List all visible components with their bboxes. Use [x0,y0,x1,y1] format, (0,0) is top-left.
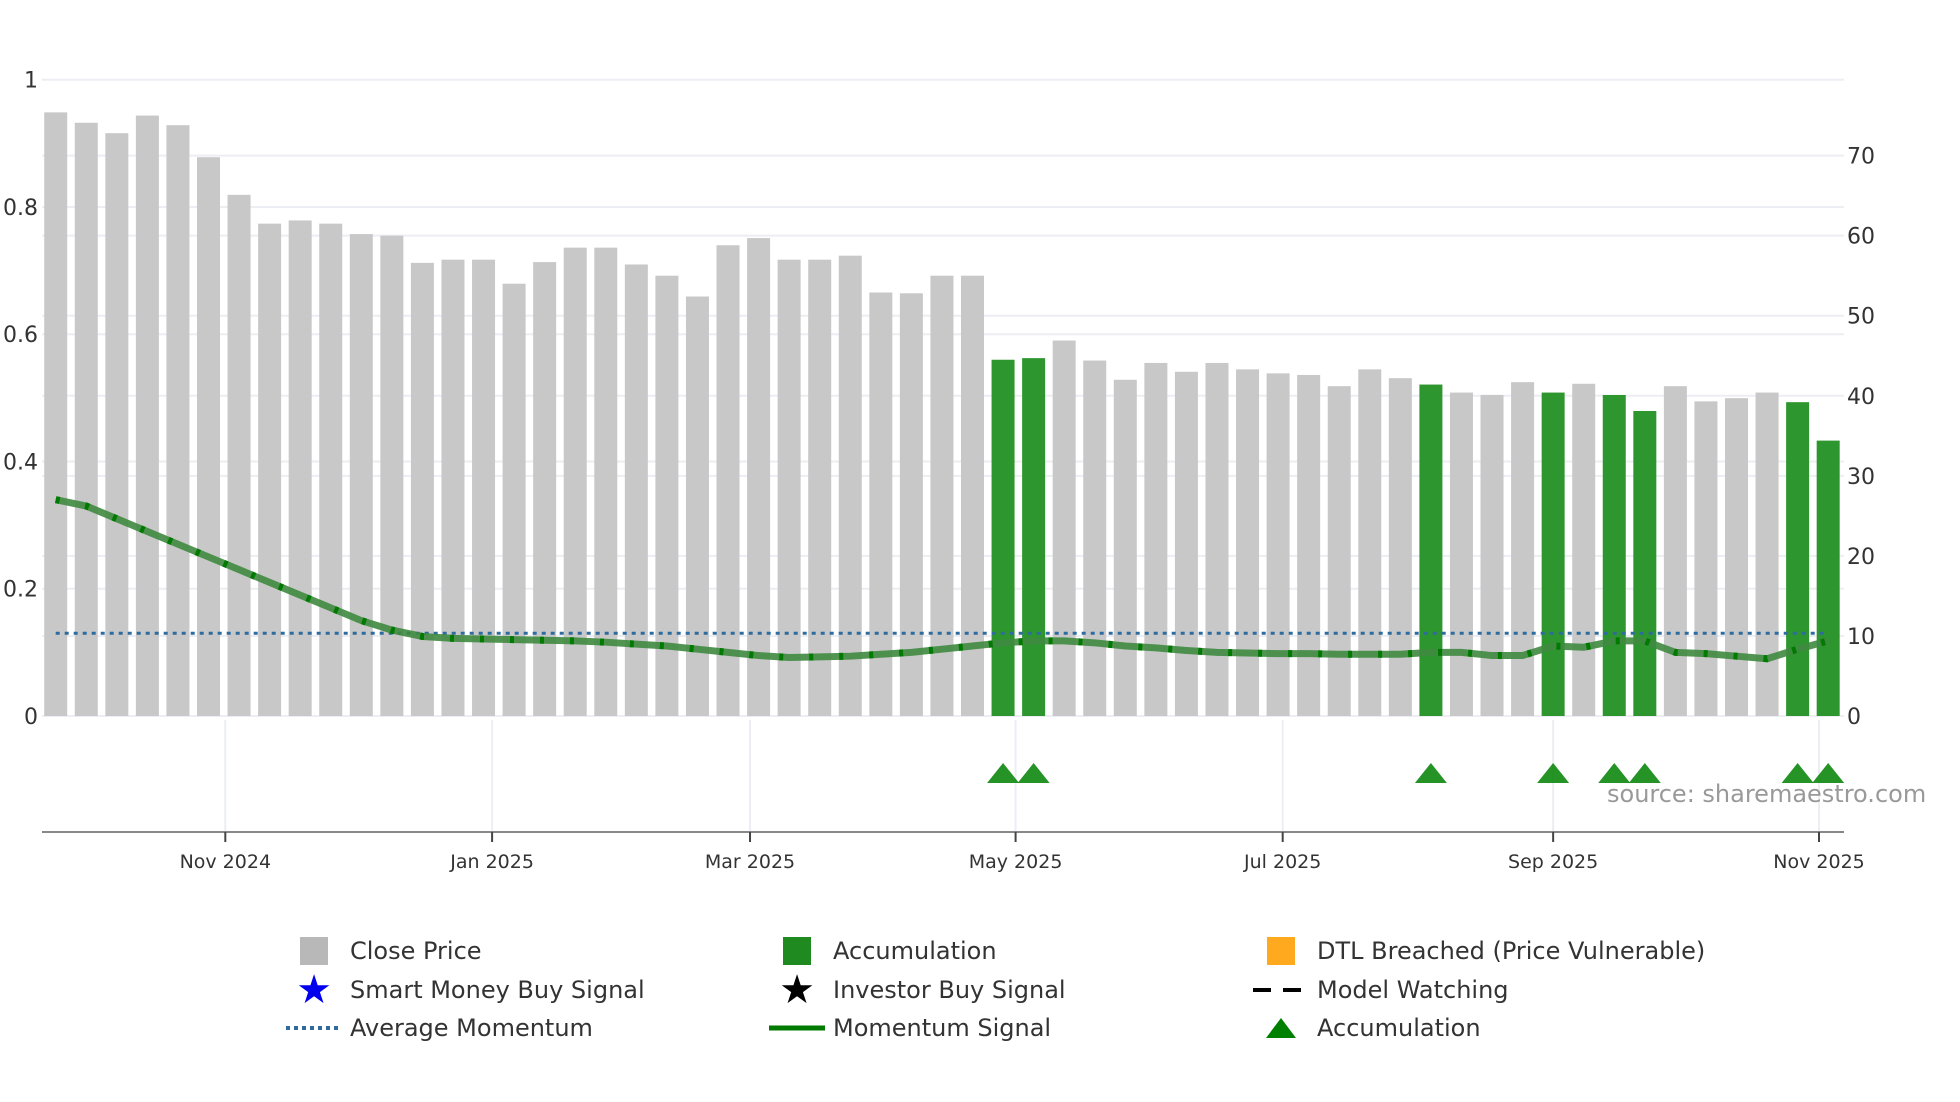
y-left-tick-label: 0.6 [3,323,38,348]
close-price-bar [1144,362,1168,716]
close-price-bar [1755,392,1779,716]
accumulation-bar [1419,384,1443,716]
close-price-bar [410,262,434,716]
x-tick-label: May 2025 [969,851,1063,873]
chart: Nov 2024 Jan 2025 Mar 2025 May 2025 Jul 2025… [3,69,1926,873]
close-price-bar [1205,362,1229,716]
close-price-bar [1480,394,1504,716]
accumulation-bar [1786,402,1810,716]
accumulation-marker [987,763,1020,783]
close-price-bar [1113,379,1137,716]
source-label: source: sharemaestro.com [1607,780,1926,808]
close-price-bar [1327,386,1351,716]
close-price-bar [44,112,68,716]
y-right-tick-label: 70 [1847,145,1875,170]
close-price-bar [349,234,373,716]
x-tick-label: Sep 2025 [1508,851,1598,873]
close-price-bar [105,133,129,716]
close-price-bar [838,255,862,716]
close-price-bar [380,235,404,716]
y-left-tick-label: 1 [24,69,38,94]
close-price-bar [1052,340,1076,716]
y-right-tick-label: 50 [1847,305,1875,330]
close-price-bar [747,238,771,717]
close-price-bar [1694,401,1718,716]
close-price-bar [1449,392,1473,716]
y-left-tick-label: 0.8 [3,196,38,221]
close-price-bar [441,259,465,716]
close-price-bar [1236,369,1260,716]
x-tick-label: Mar 2025 [705,851,795,873]
close-price-bar [74,122,98,717]
accumulation-marker [1017,763,1050,783]
close-price-bar [258,223,282,717]
close-price-bar [1572,383,1596,716]
y-right-tick-label: 10 [1847,625,1875,650]
accumulation-bar [1022,358,1046,716]
close-price-bar [563,247,587,716]
accumulation-bar [1816,440,1840,716]
y-right-tick-label: 40 [1847,385,1875,410]
close-price-bar [1725,398,1748,716]
accumulation-bar [1541,392,1565,716]
x-tick-label: Nov 2025 [1773,851,1864,873]
y-right-tick-label: 20 [1847,545,1875,570]
close-price-bar [1388,378,1412,716]
accumulation-bar [1602,394,1626,716]
close-price-bar [319,223,343,717]
close-price-bar [716,245,740,716]
close-price-bar [777,259,801,716]
y-left-tick-label: 0.4 [3,450,38,475]
close-price-bar [227,194,251,716]
close-price-bar [1266,373,1290,716]
close-price-bar [502,283,526,716]
x-tick-label: Jan 2025 [449,851,534,873]
close-price-bar [135,115,159,717]
close-price-bar [1083,360,1107,716]
y-right-tick-label: 30 [1847,465,1875,490]
close-price-bar [1174,371,1198,716]
accumulation-bar [991,359,1015,716]
close-price-bar [808,259,832,716]
x-tick-label: Nov 2024 [180,851,271,873]
y-left-tick-label: 0.2 [3,578,38,603]
x-tick-label: Jul 2025 [1243,851,1321,873]
y-left-tick-label: 0 [24,705,38,730]
accumulation-bar [1633,410,1657,716]
close-price-bar [1663,386,1687,716]
y-right-tick-label: 60 [1847,225,1875,250]
close-price-bar [166,125,190,716]
close-price-bar [472,259,496,716]
close-price-bar [624,264,648,716]
close-price-bar [1358,369,1382,716]
close-price-bar [533,262,557,716]
y-right-tick-label: 0 [1847,705,1861,730]
close-price-bar [288,220,312,716]
close-price-bar [1511,382,1535,716]
accumulation-marker [1414,763,1447,783]
accumulation-marker [1537,763,1570,783]
close-price-bar [1297,374,1321,716]
